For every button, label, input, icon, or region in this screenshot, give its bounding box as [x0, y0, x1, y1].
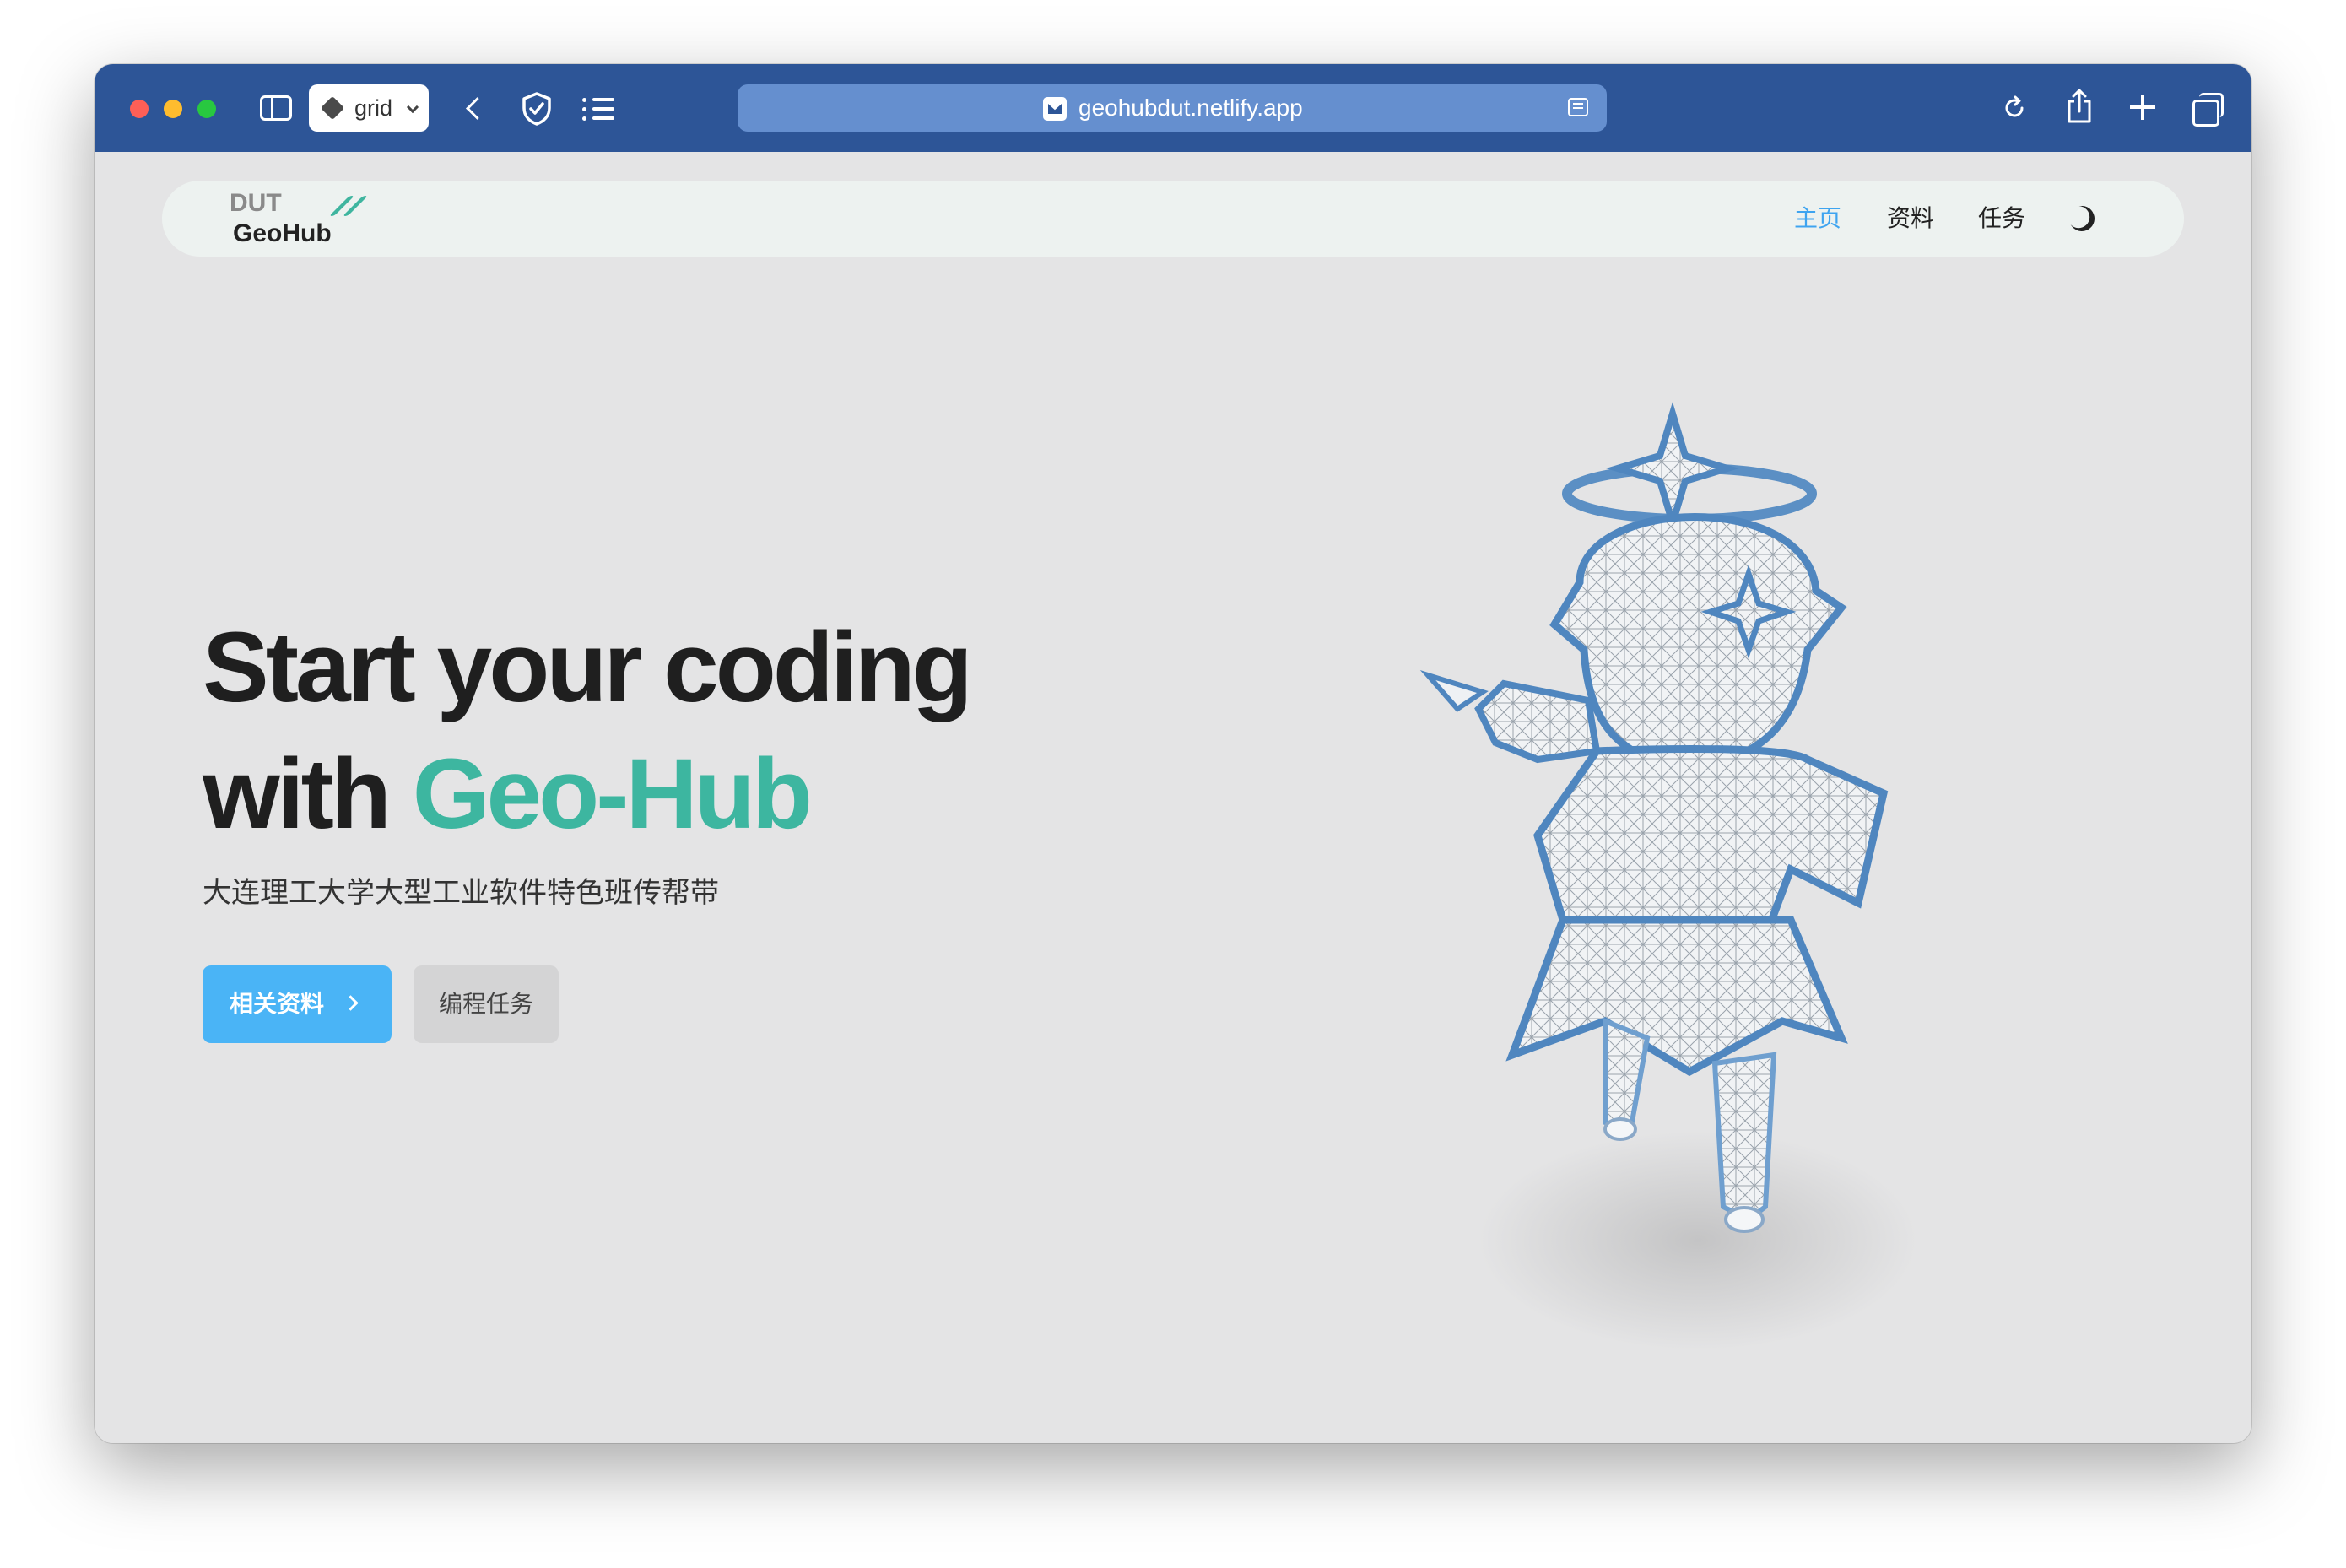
reading-list-icon[interactable]: [582, 96, 616, 122]
browser-toolbar: grid geohubdut.netlify.app: [95, 64, 2251, 152]
page-content: DUT GeoHub 主页 资料 任务 Start your coding wi…: [95, 152, 2251, 1443]
hero-title: Start your coding with Geo-Hub: [203, 604, 973, 857]
sidebar-toggle-icon[interactable]: [260, 95, 292, 121]
tab-group-icon: [320, 95, 345, 121]
reader-mode-icon[interactable]: [1568, 98, 1588, 116]
related-docs-button[interactable]: 相关资料: [203, 965, 392, 1043]
dark-mode-moon-icon[interactable]: [2066, 203, 2098, 235]
new-tab-plus-icon[interactable]: [2130, 95, 2155, 120]
logo-slash-icon: [329, 196, 368, 216]
nav-link-docs[interactable]: 资料: [1887, 181, 1934, 257]
close-window-button[interactable]: [130, 100, 149, 118]
tab-group-label: grid: [354, 95, 393, 121]
share-icon[interactable]: [2064, 88, 2095, 125]
reload-icon[interactable]: [2002, 95, 2027, 121]
hero-title-line1: Start your coding: [203, 612, 973, 723]
tab-overview-icon[interactable]: [2192, 93, 2224, 127]
site-favicon-icon: [1043, 97, 1067, 121]
back-arrow-icon[interactable]: [464, 98, 484, 118]
chevron-down-icon: [406, 100, 419, 114]
nav-link-home[interactable]: 主页: [1794, 181, 1841, 257]
related-docs-label: 相关资料: [230, 991, 325, 1017]
nav-link-tasks[interactable]: 任务: [1978, 181, 2025, 257]
logo-top-text: DUT: [230, 189, 282, 217]
logo-bottom-text: GeoHub: [233, 219, 332, 247]
url-text: geohubdut.netlify.app: [1078, 95, 1303, 121]
minimize-window-button[interactable]: [164, 100, 182, 118]
shield-check-icon[interactable]: [520, 91, 554, 127]
tab-group-picker[interactable]: grid: [309, 84, 429, 132]
browser-window: grid geohubdut.netlify.app DUT GeoHub 主页…: [95, 64, 2251, 1443]
site-logo[interactable]: DUT GeoHub: [230, 189, 381, 250]
hero-subtitle: 大连理工大学大型工业软件特色班传帮带: [203, 877, 719, 909]
coding-tasks-button[interactable]: 编程任务: [414, 965, 559, 1043]
zoom-window-button[interactable]: [197, 100, 216, 118]
address-bar[interactable]: geohubdut.netlify.app: [738, 84, 1607, 132]
hero-title-accent: Geo-Hub: [412, 738, 813, 850]
hero-title-line2-prefix: with: [203, 738, 413, 850]
chevron-right-icon: [343, 995, 359, 1011]
site-navbar: DUT GeoHub 主页 资料 任务: [162, 181, 2184, 257]
3d-character-model[interactable]: [1411, 397, 2002, 1367]
